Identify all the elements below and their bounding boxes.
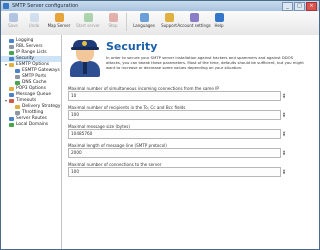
gateways-icon [15, 69, 20, 73]
sidebar-item-local-domains[interactable]: Local Domains [1, 122, 61, 128]
maximize-button[interactable]: □ [294, 2, 305, 11]
server-routes-icon [9, 117, 14, 121]
content-area: Logging RBL Servers IP Range Lists Secur… [1, 35, 319, 249]
settings-panel: Security In order to secure your SMTP se… [62, 35, 319, 249]
title-bar: SMTP Server configuration _ □ × [1, 1, 319, 11]
max-message-size-input[interactable] [68, 129, 281, 139]
window-title: SMTP Server configuration [12, 3, 79, 9]
ip-range-icon [9, 51, 14, 55]
minimize-button[interactable]: _ [282, 2, 293, 11]
spin-down-icon[interactable]: ▼ [282, 134, 286, 137]
close-button[interactable]: × [306, 2, 317, 11]
ports-icon [15, 75, 20, 79]
undo-button[interactable]: Undo [25, 13, 43, 28]
max-connections-per-ip-input[interactable] [68, 91, 281, 101]
field-row: ▲▼ [68, 110, 319, 120]
rbl-servers-icon [9, 45, 14, 49]
throttling-icon [15, 111, 20, 115]
window-controls: _ □ × [282, 2, 317, 11]
local-domains-icon [9, 123, 14, 127]
map-server-button[interactable]: Map Server [46, 13, 72, 28]
logging-icon [9, 39, 14, 43]
app-icon [3, 3, 9, 9]
field-row: ▲▼ [68, 91, 319, 101]
spin-down-icon[interactable]: ▼ [282, 153, 286, 156]
navigation-tree: Logging RBL Servers IP Range Lists Secur… [1, 35, 62, 249]
spinner[interactable]: ▲ ▼ [282, 93, 286, 99]
security-fields: Maximal number of simultaneous incoming … [62, 86, 319, 177]
page-title: Security [106, 40, 158, 53]
stop-icon [108, 13, 118, 22]
account-settings-button[interactable]: Account settings [177, 13, 211, 28]
max-recipients-input[interactable] [68, 110, 281, 120]
message-queue-icon [9, 93, 14, 97]
field-row: ▲▼ [68, 148, 319, 158]
security-officer-icon [68, 39, 102, 77]
pop3-icon [9, 87, 14, 91]
spin-down-icon[interactable]: ▼ [282, 96, 286, 99]
help-button[interactable]: Help [210, 13, 228, 28]
start-server-button[interactable]: Start server [75, 13, 101, 28]
languages-icon [139, 13, 149, 22]
delivery-strategy-icon [15, 105, 20, 109]
app-window: SMTP Server configuration _ □ × Save Und… [0, 0, 320, 250]
page-header: Security In order to secure your SMTP se… [62, 35, 319, 86]
support-icon [164, 13, 174, 22]
security-icon [9, 57, 14, 61]
esmtp-options-icon [9, 63, 14, 67]
toolbar: Save Undo Map Server Start server Stop L… [1, 11, 319, 36]
timeouts-icon [9, 99, 14, 103]
stop-server-button[interactable]: Stop [104, 13, 122, 28]
dns-cache-icon [15, 81, 20, 85]
account-icon [189, 13, 199, 22]
field-row: ▲▼ [68, 129, 319, 139]
spin-down-icon[interactable]: ▼ [282, 172, 286, 175]
spinner[interactable]: ▲ ▼ [282, 150, 286, 156]
undo-icon [29, 13, 39, 22]
max-line-length-input[interactable] [68, 148, 281, 158]
field-row: ▲▼ [68, 167, 319, 177]
save-icon [8, 13, 18, 22]
start-icon [83, 13, 93, 22]
languages-button[interactable]: Languages [131, 13, 157, 28]
help-icon [214, 13, 224, 22]
toolbar-separator [126, 13, 127, 31]
spin-down-icon[interactable]: ▼ [282, 115, 286, 118]
page-description: In order to secure your SMTP server inst… [106, 55, 304, 70]
map-server-icon [54, 13, 64, 22]
spinner[interactable]: ▲ ▼ [282, 131, 286, 137]
save-button[interactable]: Save [4, 13, 22, 28]
spinner[interactable]: ▲ ▼ [282, 112, 286, 118]
spinner[interactable]: ▲ ▼ [282, 169, 286, 175]
max-server-connections-input[interactable] [68, 167, 281, 177]
support-button[interactable]: Support [160, 13, 178, 28]
